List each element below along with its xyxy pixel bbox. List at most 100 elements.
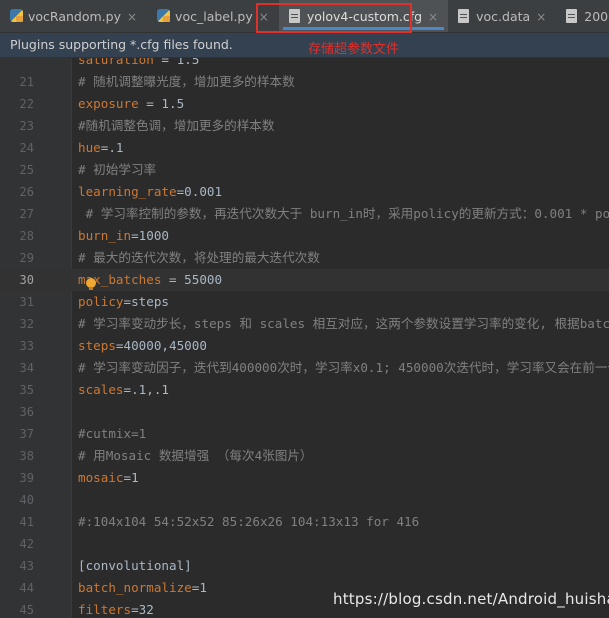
tab-label: 2007_test.txt bbox=[584, 9, 609, 24]
code-line[interactable]: 40 bbox=[0, 489, 609, 511]
line-number: 34 bbox=[19, 361, 34, 375]
code-line[interactable]: 37 #cutmix=1 bbox=[0, 423, 609, 445]
line-code: learning_rate=0.001 bbox=[78, 181, 222, 203]
line-code: # 学习率变动步长，steps 和 scales 相互对应，这两个参数设置学习率… bbox=[78, 313, 609, 335]
config-key: steps bbox=[78, 338, 116, 353]
code-line[interactable]: 32 # 学习率变动步长，steps 和 scales 相互对应，这两个参数设置学… bbox=[0, 313, 609, 335]
line-number: 41 bbox=[19, 515, 34, 529]
config-value: =0.001 bbox=[176, 184, 223, 199]
line-code: # 初始学习率 bbox=[78, 159, 156, 181]
line-code: hue=.1 bbox=[78, 137, 124, 159]
python-file-icon bbox=[10, 9, 23, 24]
code-line[interactable]: 43 [convolutional] bbox=[0, 555, 609, 577]
code-line[interactable]: 35 scales=.1,.1 bbox=[0, 379, 609, 401]
close-tab-icon[interactable]: × bbox=[259, 10, 269, 24]
line-number: 29 bbox=[19, 251, 34, 265]
comment: # 学习率控制的参数，再迭代次数大于 burn_in时，采用policy的更新方… bbox=[78, 206, 609, 221]
config-key: learning_rate bbox=[78, 184, 177, 199]
config-value: =.1,.1 bbox=[123, 382, 170, 397]
code-line[interactable]: 38 # 用Mosaic 数据增强 （每次4张图片） bbox=[0, 445, 609, 467]
line-code: #cutmix=1 bbox=[78, 423, 146, 445]
comment: # 最大的迭代次数，将处理的最大迭代次数 bbox=[78, 250, 320, 265]
line-number: 39 bbox=[19, 471, 34, 485]
lock-icon bbox=[163, 16, 171, 22]
line-number: 45 bbox=[19, 603, 34, 617]
line-code: #随机调整色调，增加更多的样本数 bbox=[78, 115, 275, 137]
config-value: =steps bbox=[123, 294, 170, 309]
plugin-banner-text: Plugins supporting *.cfg files found. bbox=[10, 37, 233, 52]
code-line[interactable]: 42 bbox=[0, 533, 609, 555]
code-line[interactable]: 27 # 学习率控制的参数，再迭代次数大于 burn_in时，采用policy的… bbox=[0, 203, 609, 225]
line-code: steps=40000,45000 bbox=[78, 335, 207, 357]
code-line[interactable]: 25 # 初始学习率 bbox=[0, 159, 609, 181]
tab-label: voc_label.py bbox=[175, 9, 253, 24]
intention-bulb-icon[interactable] bbox=[86, 278, 96, 290]
comment: #cutmix=1 bbox=[78, 426, 147, 441]
line-number: 26 bbox=[19, 185, 34, 199]
comment: # 用Mosaic 数据增强 （每次4张图片） bbox=[78, 448, 313, 463]
code-line[interactable]: 31 policy=steps bbox=[0, 291, 609, 313]
tab-voc-data[interactable]: voc.data × bbox=[448, 0, 556, 32]
config-value: =40000,45000 bbox=[115, 338, 207, 353]
tab-voc-label-py[interactable]: voc_label.py × bbox=[147, 0, 279, 32]
line-number: 36 bbox=[19, 405, 34, 419]
code-line[interactable]: 36 bbox=[0, 401, 609, 423]
watermark: https://blog.csdn.net/Android_huishao bbox=[333, 590, 609, 608]
close-tab-icon[interactable]: × bbox=[536, 10, 546, 24]
tab-2007-test-txt[interactable]: 2007_test.txt bbox=[556, 0, 609, 32]
line-code: # 学习率控制的参数，再迭代次数大于 burn_in时，采用policy的更新方… bbox=[78, 203, 609, 225]
tab-yolov4-custom-cfg[interactable]: yolov4-custom.cfg × bbox=[278, 0, 449, 32]
code-line[interactable]: 28 burn_in=1000 bbox=[0, 225, 609, 247]
code-line[interactable]: 26 learning_rate=0.001 bbox=[0, 181, 609, 203]
line-code: saturation = 1.5 bbox=[78, 58, 199, 71]
code-line[interactable]: 24 hue=.1 bbox=[0, 137, 609, 159]
code-line[interactable]: 29 # 最大的迭代次数，将处理的最大迭代次数 bbox=[0, 247, 609, 269]
config-key: batch_normalize bbox=[78, 580, 192, 595]
code-line[interactable]: 23 #随机调整色调，增加更多的样本数 bbox=[0, 115, 609, 137]
tab-label: vocRandom.py bbox=[28, 9, 121, 24]
comment: # 学习率变动步长，steps 和 scales 相互对应，这两个参数设置学习率… bbox=[78, 316, 609, 331]
config-key: hue bbox=[78, 140, 101, 155]
code-line[interactable]: 41 #:104x104 54:52x52 85:26x26 104:13x13 … bbox=[0, 511, 609, 533]
config-key: policy bbox=[78, 294, 124, 309]
section-header: [convolutional] bbox=[78, 558, 192, 573]
tab-vocrandom-py[interactable]: vocRandom.py × bbox=[0, 0, 147, 32]
code-line[interactable]: saturation = 1.5 bbox=[0, 58, 609, 71]
cfg-file-icon bbox=[288, 9, 302, 24]
config-value: = 1.5 bbox=[138, 96, 185, 111]
line-number: 23 bbox=[19, 119, 34, 133]
line-number: 38 bbox=[19, 449, 34, 463]
config-value: =1000 bbox=[131, 228, 169, 243]
config-value: = 1.5 bbox=[153, 58, 200, 67]
comment: #随机调整色调，增加更多的样本数 bbox=[78, 118, 275, 133]
line-number: 24 bbox=[19, 141, 34, 155]
editor-tab-bar: vocRandom.py × voc_label.py × yolov4-custom.… bbox=[0, 0, 609, 33]
line-code: #:104x104 54:52x52 85:26x26 104:13x13 fo… bbox=[78, 511, 419, 533]
close-tab-icon[interactable]: × bbox=[127, 10, 137, 24]
text-file-icon bbox=[458, 9, 471, 24]
line-code: [convolutional] bbox=[78, 555, 192, 577]
lock-icon bbox=[16, 16, 23, 22]
line-code: # 最大的迭代次数，将处理的最大迭代次数 bbox=[78, 247, 320, 269]
line-code: max_batches = 55000 bbox=[78, 269, 222, 291]
line-code: policy=steps bbox=[78, 291, 169, 313]
line-code: mosaic=1 bbox=[78, 467, 139, 489]
text-file-icon bbox=[566, 9, 579, 24]
line-number: 43 bbox=[19, 559, 34, 573]
code-line[interactable]: 22 exposure = 1.5 bbox=[0, 93, 609, 115]
code-line[interactable]: 21 # 随机调整曝光度，增加更多的样本数 bbox=[0, 71, 609, 93]
line-number: 40 bbox=[19, 493, 34, 507]
code-line[interactable]: 33 steps=40000,45000 bbox=[0, 335, 609, 357]
config-value: =1 bbox=[123, 470, 139, 485]
plugin-banner[interactable]: Plugins supporting *.cfg files found. bbox=[0, 33, 609, 58]
line-code: filters=32 bbox=[78, 599, 154, 618]
code-editor[interactable]: saturation = 1.5 21 # 随机调整曝光度，增加更多的样本数 22 ex… bbox=[0, 58, 609, 618]
close-tab-icon[interactable]: × bbox=[428, 10, 438, 24]
line-code: # 随机调整曝光度，增加更多的样本数 bbox=[78, 71, 295, 93]
code-line[interactable]: 34 # 学习率变动因子，迭代到400000次时，学习率x0.1; 450000次… bbox=[0, 357, 609, 379]
code-line[interactable]: 39 mosaic=1 bbox=[0, 467, 609, 489]
comment: # 学习率变动因子，迭代到400000次时，学习率x0.1; 450000次迭代… bbox=[78, 360, 609, 375]
line-number: 42 bbox=[19, 537, 34, 551]
tab-label: yolov4-custom.cfg bbox=[306, 9, 423, 24]
config-value: =.1 bbox=[100, 140, 124, 155]
